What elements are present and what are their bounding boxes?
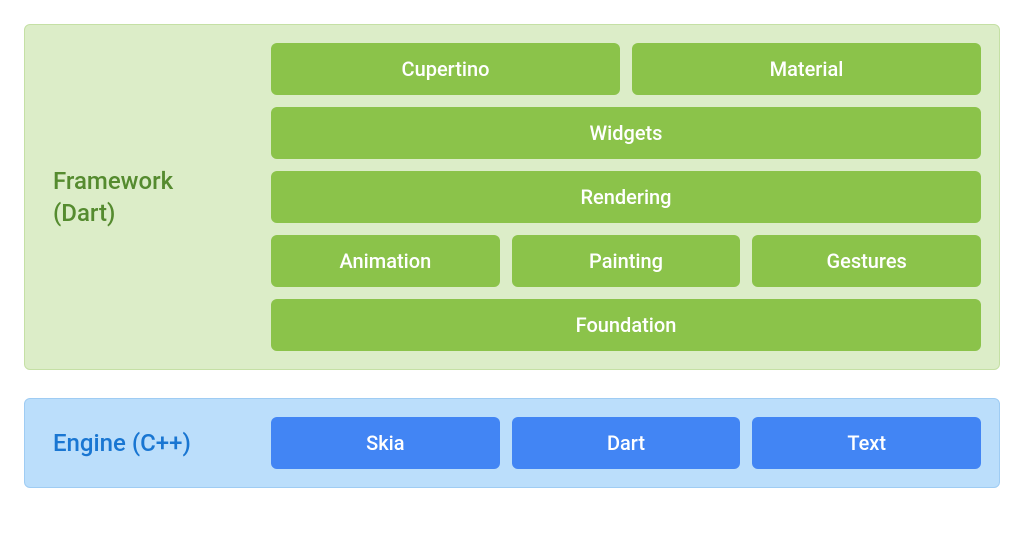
engine-row-0: Skia Dart Text (271, 417, 981, 469)
block-rendering: Rendering (271, 171, 981, 223)
block-gestures: Gestures (752, 235, 981, 287)
framework-label: Framework (Dart) (43, 165, 253, 230)
block-text: Text (752, 417, 981, 469)
framework-label-line1: Framework (Dart) (53, 167, 173, 227)
engine-section: Engine (C++) Skia Dart Text (24, 398, 1000, 488)
block-cupertino: Cupertino (271, 43, 620, 95)
block-widgets: Widgets (271, 107, 981, 159)
framework-row-0: Cupertino Material (271, 43, 981, 95)
framework-row-1: Widgets (271, 107, 981, 159)
framework-row-4: Foundation (271, 299, 981, 351)
block-skia: Skia (271, 417, 500, 469)
engine-label: Engine (C++) (43, 427, 253, 459)
block-foundation: Foundation (271, 299, 981, 351)
block-material: Material (632, 43, 981, 95)
block-animation: Animation (271, 235, 500, 287)
framework-row-2: Rendering (271, 171, 981, 223)
framework-row-3: Animation Painting Gestures (271, 235, 981, 287)
block-dart: Dart (512, 417, 741, 469)
engine-stack: Skia Dart Text (271, 417, 981, 469)
framework-stack: Cupertino Material Widgets Rendering Ani… (271, 43, 981, 351)
block-painting: Painting (512, 235, 741, 287)
framework-section: Framework (Dart) Cupertino Material Widg… (24, 24, 1000, 370)
